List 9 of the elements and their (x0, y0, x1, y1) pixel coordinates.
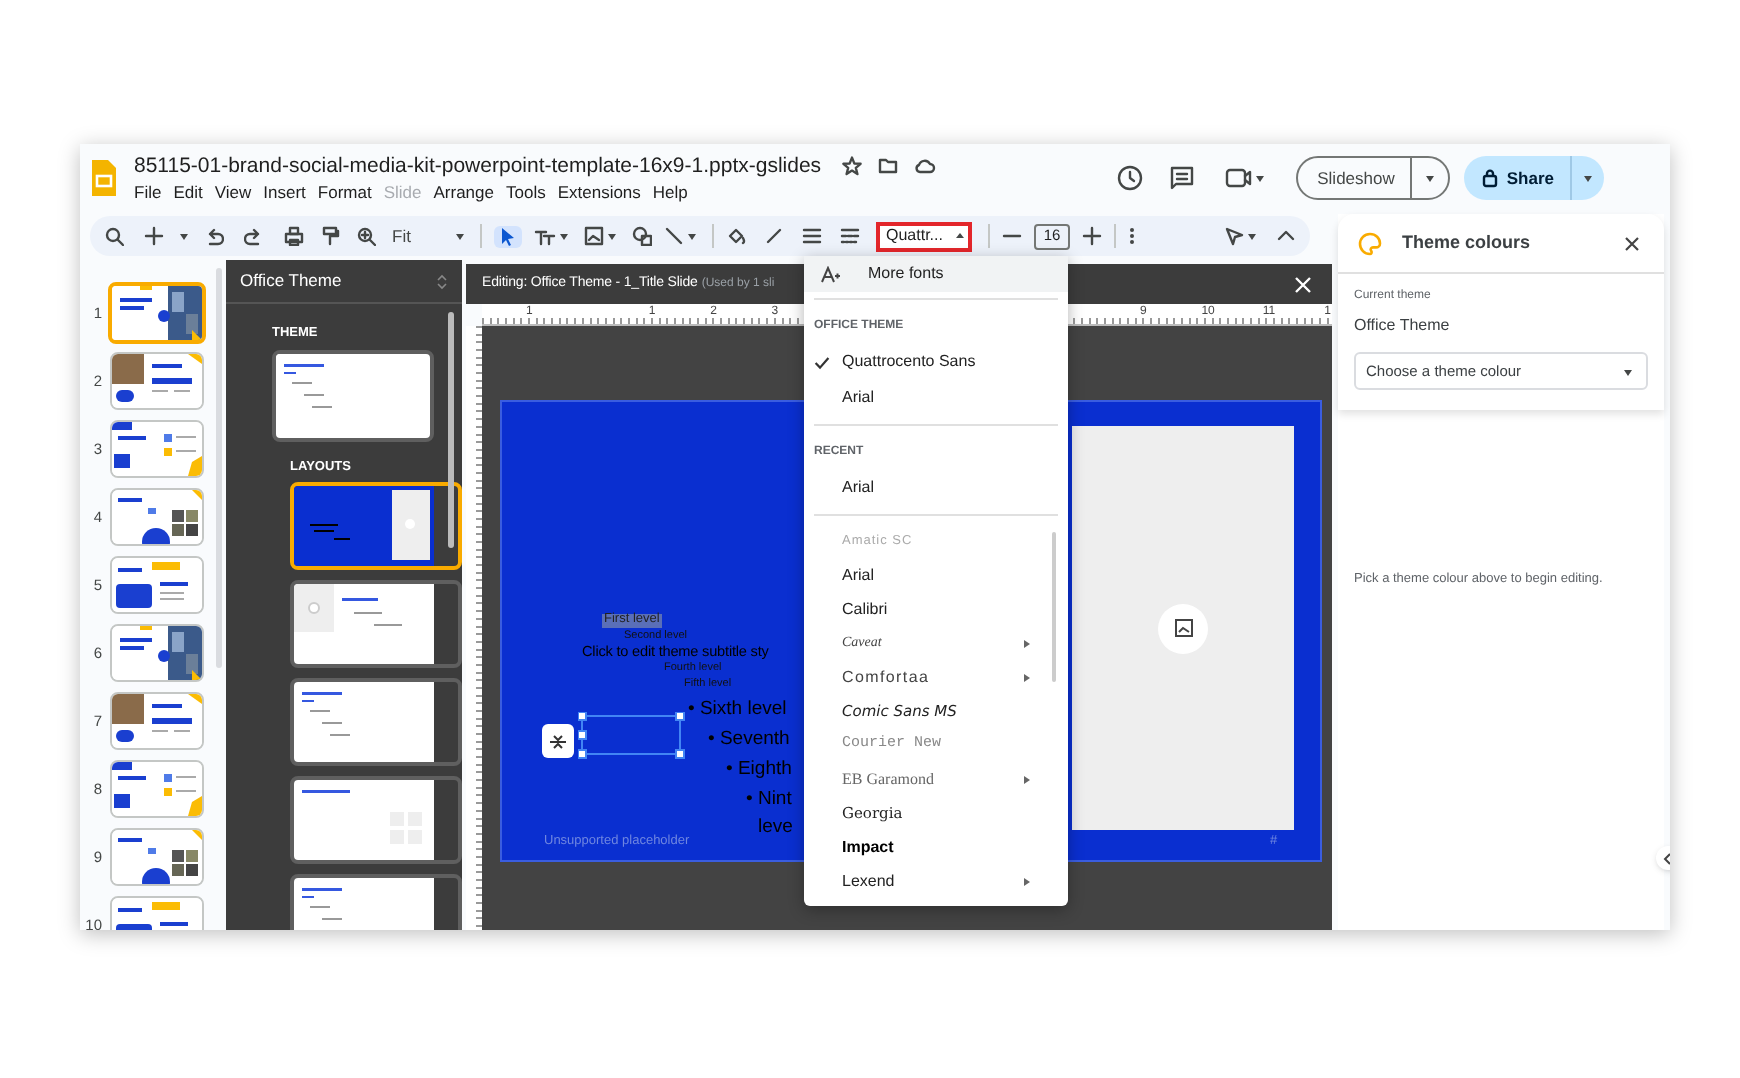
slide-text: • Eighth (726, 760, 792, 779)
panel-title: Theme colours (1402, 229, 1531, 256)
slide-text: • Seventh (708, 730, 790, 749)
slide-text: • Nint (746, 790, 792, 809)
slide-text: • Sixth level (688, 700, 787, 719)
theme-name: Office Theme (1354, 314, 1452, 338)
share-label: Share (1506, 165, 1554, 191)
panel-title: Office Theme (240, 268, 342, 294)
slide-text: leve (758, 818, 793, 837)
